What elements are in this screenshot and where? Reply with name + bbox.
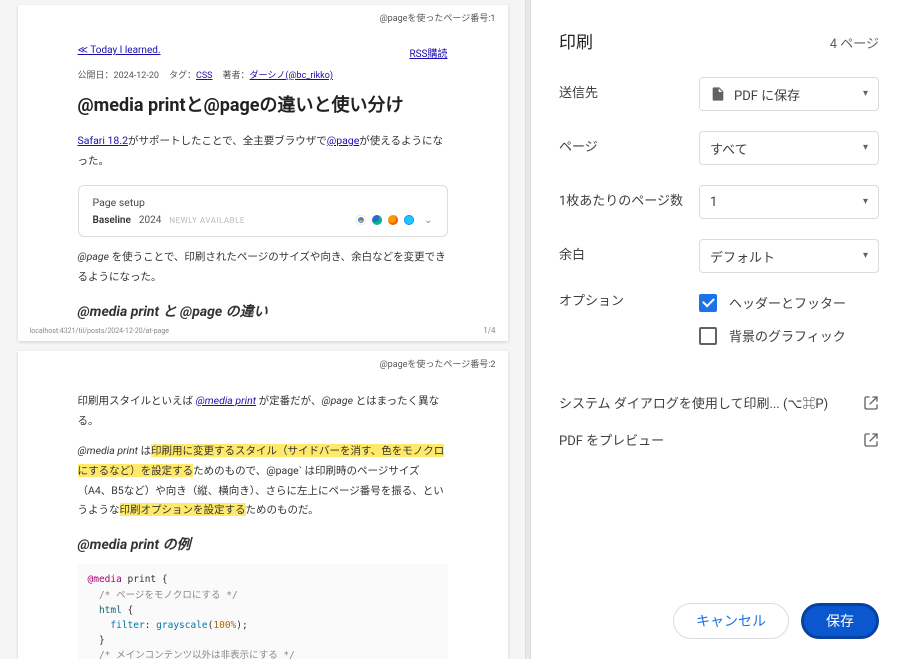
destination-value: PDF に保存: [734, 85, 800, 104]
per-sheet-value: 1: [710, 195, 717, 210]
chevron-down-icon: ⌄: [424, 215, 432, 226]
cancel-button[interactable]: キャンセル: [673, 603, 789, 639]
page-header-text: @pageを使ったページ番号:2: [380, 357, 496, 370]
system-dialog-link[interactable]: システム ダイアログを使用して印刷... (⌥⌘P): [559, 379, 879, 426]
system-dialog-label: システム ダイアログを使用して印刷... (⌥⌘P): [559, 393, 828, 412]
safari-icon: [404, 215, 414, 225]
options-label: オプション: [559, 293, 699, 311]
pdf-preview-link[interactable]: PDF をプレビュー: [559, 426, 879, 463]
pages-select[interactable]: すべて: [699, 131, 879, 165]
baseline-year: 2024: [139, 215, 161, 226]
print-preview-pane[interactable]: @pageを使ったページ番号:1 ≪ Today I learned. RSS購…: [0, 0, 525, 659]
code-block: @media print { /* ページをモノクロにする */ html { …: [78, 564, 448, 659]
preview-page-1: @pageを使ったページ番号:1 ≪ Today I learned. RSS購…: [18, 5, 508, 341]
page-footer-pagenum: 1/4: [483, 326, 495, 335]
nav-rss-link: RSS購読: [409, 45, 447, 60]
nav-back-link: ≪ Today I learned.: [78, 45, 161, 60]
doc-title: @media printと@pageの違いと使い分け: [78, 91, 448, 117]
destination-select[interactable]: PDF に保存: [699, 77, 879, 111]
external-link-icon: [863, 395, 879, 411]
print-dialog-panel: 印刷 4 ページ 送信先 PDF に保存 ページ すべて 1枚あたりのページ数 …: [531, 0, 907, 659]
margins-value: デフォルト: [710, 247, 775, 266]
doc-paragraph: Safari 18.2がサポートしたことで、全主要ブラウザで@pageが使えるよ…: [78, 131, 448, 171]
margins-select[interactable]: デフォルト: [699, 239, 879, 273]
pages-value: すべて: [710, 139, 748, 158]
doc-paragraph: @media print は印刷用に変更するスタイル（サイドバーを消す、色をモノ…: [78, 441, 448, 521]
page-footer-url: localhost:4321/til/posts/2024-12-20/at-p…: [30, 327, 170, 335]
page-count-label: 4 ページ: [830, 33, 879, 52]
page-header-text: @pageを使ったページ番号:1: [380, 11, 496, 24]
firefox-icon: [388, 215, 398, 225]
destination-label: 送信先: [559, 85, 699, 103]
save-button[interactable]: 保存: [801, 603, 879, 639]
headers-footers-checkbox[interactable]: [699, 294, 717, 312]
headers-footers-label: ヘッダーとフッター: [729, 293, 846, 312]
panel-title: 印刷: [559, 28, 593, 53]
background-graphics-checkbox[interactable]: [699, 327, 717, 345]
pdf-preview-label: PDF をプレビュー: [559, 430, 664, 449]
external-link-icon: [863, 432, 879, 448]
doc-meta: 公開日：2024-12-20 タグ：CSS 著者：ダーシノ(@bc_rikko): [78, 68, 448, 81]
chrome-icon: [356, 215, 366, 225]
preview-page-2: @pageを使ったページ番号:2 印刷用スタイルといえば @media prin…: [18, 351, 508, 659]
pages-label: ページ: [559, 139, 699, 157]
baseline-box: Page setup Baseline 2024 NEWLY AVAILABLE…: [78, 185, 448, 237]
baseline-sub: NEWLY AVAILABLE: [169, 216, 245, 225]
baseline-title: Page setup: [93, 196, 433, 209]
pdf-icon: [710, 86, 726, 102]
edge-icon: [372, 215, 382, 225]
doc-paragraph: 印刷用スタイルといえば @media print が定番だが、@page とはま…: [78, 391, 448, 431]
per-sheet-label: 1枚あたりのページ数: [559, 193, 699, 211]
baseline-label: Baseline: [93, 215, 131, 226]
doc-paragraph: @page を使うことで、印刷されたページのサイズや向き、余白などを変更できるよ…: [78, 247, 448, 287]
doc-heading-2: @media print の例: [78, 534, 448, 554]
doc-heading-2: @media print と @page の違い: [78, 301, 448, 321]
margins-label: 余白: [559, 247, 699, 265]
background-graphics-label: 背景のグラフィック: [729, 326, 846, 345]
per-sheet-select[interactable]: 1: [699, 185, 879, 219]
